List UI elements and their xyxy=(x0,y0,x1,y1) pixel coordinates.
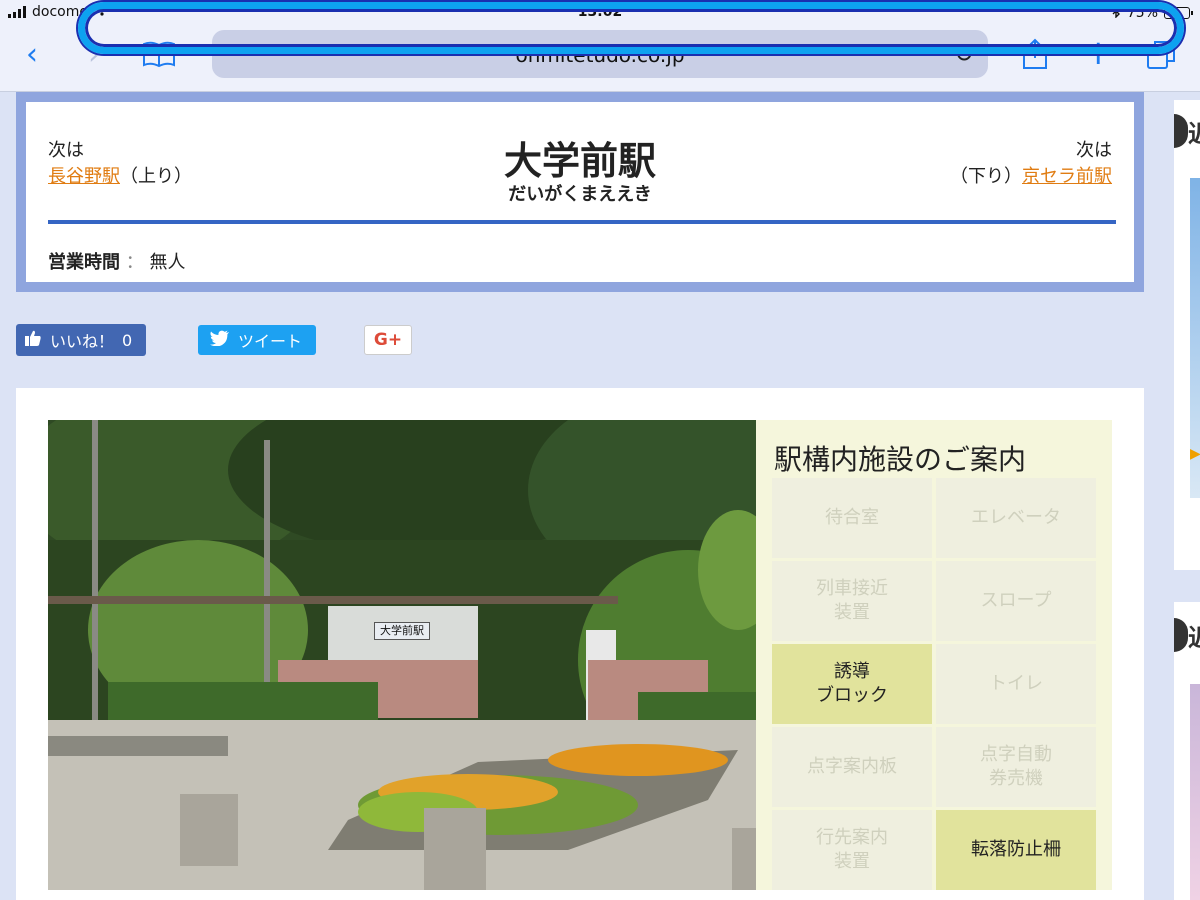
status-bar: docomo 13:02 75% xyxy=(0,0,1200,26)
sidebar-badge xyxy=(1174,114,1188,148)
social-buttons: いいね！ 0 ツイート G+ xyxy=(16,324,1144,358)
right-sidebar: 近 ▶ 近 xyxy=(1174,92,1200,900)
forward-icon[interactable]: › xyxy=(88,38,100,72)
hours-separator: ： xyxy=(125,252,144,273)
clock: 13:02 xyxy=(577,4,623,20)
sidebar-thumbnail xyxy=(1190,684,1200,900)
google-plus-button[interactable]: G+ xyxy=(364,325,412,355)
next-station-link[interactable]: 京セラ前駅 xyxy=(1022,166,1112,187)
facility-elevator: エレベータ xyxy=(936,478,1096,558)
facebook-like-button[interactable]: いいね！ 0 xyxy=(16,324,146,356)
station-photo: 大学前駅 xyxy=(48,420,756,890)
facility-slope: スロープ xyxy=(936,561,1096,641)
tweet-button[interactable]: ツイート xyxy=(198,325,316,355)
facility-guide-blocks: 誘導 ブロック xyxy=(772,644,932,724)
business-hours: 営業時間 ： 無人 xyxy=(48,248,185,274)
station-info-card: 大学前駅 駅構内施設のご案内 待合室 エレベータ 列車接近 装置 スロープ 誘導… xyxy=(16,388,1144,900)
hours-value: 無人 xyxy=(149,252,186,273)
sidebar-badge xyxy=(1174,618,1188,652)
facility-braille-ticket-machine: 点字自動 券売機 xyxy=(936,727,1096,807)
next-station: 次は （下り）京セラ前駅 xyxy=(950,138,1112,190)
reload-icon[interactable]: ↻ xyxy=(954,40,974,68)
sidebar-heading-char: 近 xyxy=(1188,618,1200,653)
hours-label: 営業時間 xyxy=(48,252,120,273)
tabs-icon[interactable] xyxy=(1146,40,1176,78)
sidebar-arrow-icon: ▶ xyxy=(1190,446,1200,462)
new-tab-icon[interactable]: + xyxy=(1084,36,1113,70)
facility-destination-display: 行先案内 装置 xyxy=(772,810,932,890)
facilities-panel: 駅構内施設のご案内 待合室 エレベータ 列車接近 装置 スロープ 誘導 ブロック… xyxy=(756,420,1112,890)
status-right: 75% xyxy=(1111,3,1193,22)
next-direction: （下り） xyxy=(950,166,1022,187)
facility-waiting-room: 待合室 xyxy=(772,478,932,558)
address-bar[interactable]: ohmitetudo.co.jp ↻ xyxy=(212,30,988,78)
facility-toilet: トイレ xyxy=(936,644,1096,724)
facilities-title: 駅構内施設のご案内 xyxy=(774,443,1027,476)
station-header-card: 次は 長谷野駅（上り） 大学前駅 だいがくまええき 次は （下り）京セラ前駅 営… xyxy=(16,92,1144,292)
station-sign: 大学前駅 xyxy=(374,622,430,640)
battery-icon xyxy=(1164,7,1193,19)
sidebar-heading-char: 近 xyxy=(1188,114,1200,149)
tweet-label: ツイート xyxy=(238,332,303,351)
station-photo-image xyxy=(48,420,756,890)
like-label: いいね！ xyxy=(50,332,115,351)
facility-fall-prevention-fence: 転落防止柵 xyxy=(936,810,1096,890)
share-icon[interactable] xyxy=(1022,38,1048,78)
bookmarks-icon[interactable] xyxy=(142,40,176,76)
sidebar-card-2[interactable]: 近 xyxy=(1174,602,1200,900)
next-label: 次は xyxy=(1076,140,1112,161)
back-icon[interactable]: ‹ xyxy=(26,38,38,72)
battery-percent: 75% xyxy=(1126,5,1158,21)
bluetooth-icon xyxy=(1111,3,1121,22)
header-divider xyxy=(48,220,1116,224)
twitter-bird-icon xyxy=(210,330,230,350)
thumbs-up-icon xyxy=(24,329,42,351)
next-line: （下り）京セラ前駅 xyxy=(950,164,1112,190)
facility-braille-board: 点字案内板 xyxy=(772,727,932,807)
browser-toolbar: ‹ › ohmitetudo.co.jp ↻ + xyxy=(0,26,1200,92)
facility-train-approach-alert: 列車接近 装置 xyxy=(772,561,932,641)
facilities-grid: 待合室 エレベータ 列車接近 装置 スロープ 誘導 ブロック トイレ 点字案内板… xyxy=(772,478,1096,890)
like-count: 0 xyxy=(122,330,133,350)
sidebar-card-1[interactable]: 近 ▶ xyxy=(1174,100,1200,570)
url-text: ohmitetudo.co.jp xyxy=(515,43,685,67)
